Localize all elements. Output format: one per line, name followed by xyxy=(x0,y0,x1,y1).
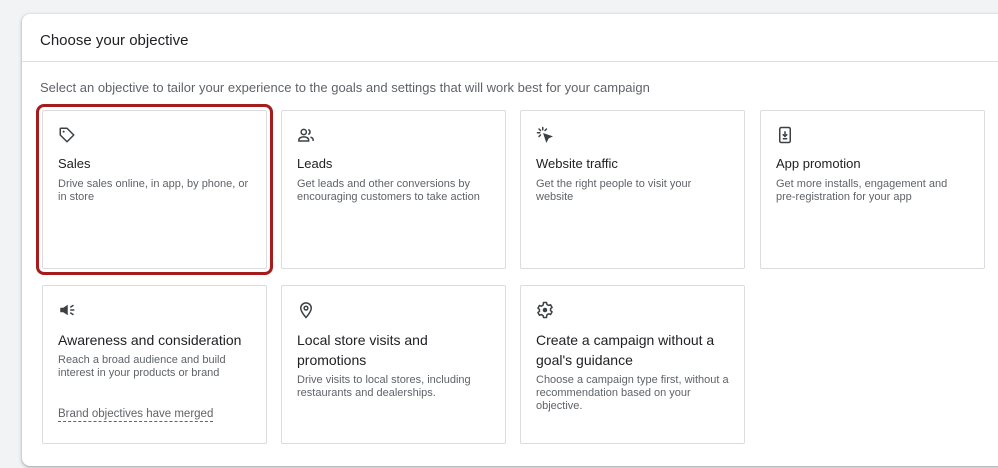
location-pin-icon xyxy=(297,301,315,319)
phone-download-icon xyxy=(776,126,794,144)
cursor-click-icon xyxy=(536,126,554,144)
card-title: Website traffic xyxy=(536,156,618,171)
card-title: Local store visits and promotions xyxy=(297,332,428,368)
card-description: Choose a campaign type first, without a … xyxy=(536,374,729,412)
objective-card-leads[interactable]: Leads Get leads and other conversions by… xyxy=(281,110,506,269)
brand-objectives-link[interactable]: Brand objectives have merged xyxy=(58,407,214,422)
card-title: App promotion xyxy=(776,156,861,171)
card-description: Drive visits to local stores, including … xyxy=(297,374,471,399)
tag-icon xyxy=(58,126,76,144)
card-description: Reach a broad audience and build interes… xyxy=(58,354,226,379)
objective-card-app-promotion[interactable]: App promotion Get more installs, engagem… xyxy=(760,110,985,269)
objective-card-website-traffic[interactable]: Website traffic Get the right people to … xyxy=(520,110,745,269)
objective-card-no-goal[interactable]: Create a campaign without a goal's guida… xyxy=(520,285,745,444)
card-description: Drive sales online, in app, by phone, or… xyxy=(58,178,249,203)
megaphone-icon xyxy=(58,301,76,319)
card-description: Get more installs, engagement and pre-re… xyxy=(776,178,948,203)
panel-subtitle: Select an objective to tailor your exper… xyxy=(40,80,650,95)
card-description: Get the right people to visit your websi… xyxy=(536,178,692,203)
card-title: Leads xyxy=(297,156,333,171)
card-title: Sales xyxy=(58,156,91,171)
objective-card-sales[interactable]: Sales Drive sales online, in app, by pho… xyxy=(36,104,273,275)
objective-card-local-store[interactable]: Local store visits and promotions Drive … xyxy=(281,285,506,444)
card-title: Create a campaign without a goal's guida… xyxy=(536,332,715,368)
gear-icon xyxy=(536,301,554,319)
people-icon xyxy=(297,126,315,144)
objective-panel: Choose your objective Select an objectiv… xyxy=(22,14,998,466)
panel-title: Choose your objective xyxy=(22,14,998,62)
objective-card-awareness[interactable]: Awareness and consideration Reach a broa… xyxy=(42,285,267,444)
card-description: Get leads and other conversions by encou… xyxy=(297,178,480,203)
card-title: Awareness and consideration xyxy=(58,332,242,348)
